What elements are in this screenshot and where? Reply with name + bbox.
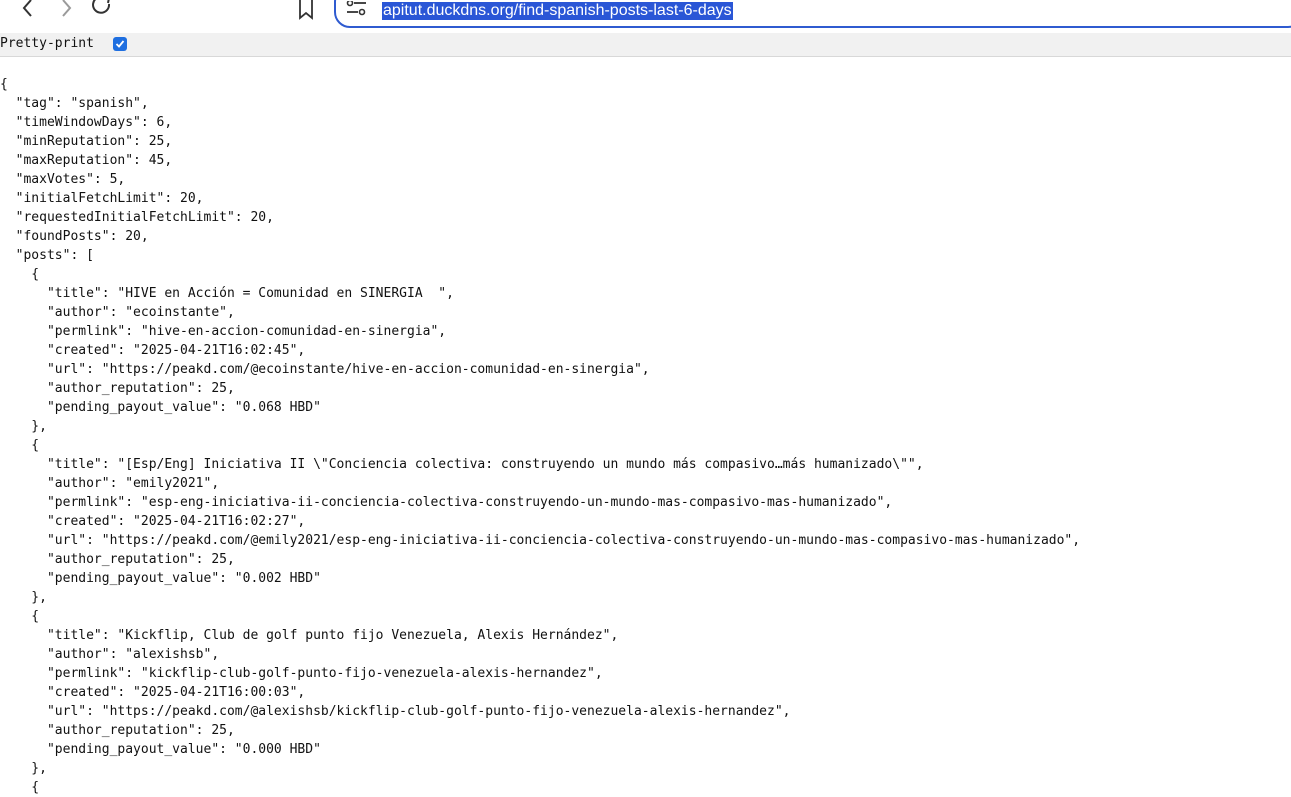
json-line: "permlink": "esp-eng-iniciativa-ii-conci… xyxy=(0,495,893,510)
json-line: "author": "emily2021", xyxy=(0,476,220,491)
bookmark-icon xyxy=(299,0,313,20)
json-line: "author_reputation": 25, xyxy=(0,552,235,567)
json-line: "created": "2025-04-21T16:02:45", xyxy=(0,343,306,358)
json-line: "created": "2025-04-21T16:02:27", xyxy=(0,514,306,529)
json-line: { xyxy=(0,609,40,624)
back-button[interactable] xyxy=(14,0,42,20)
json-line: "url": "https://peakd.com/@ecoinstante/h… xyxy=(0,362,650,377)
json-line: "title": "[Esp/Eng] Iniciativa II \"Conc… xyxy=(0,457,924,472)
pretty-print-checkbox[interactable] xyxy=(113,37,127,51)
browser-toolbar: apitut.duckdns.org/find-spanish-posts-la… xyxy=(0,0,1291,33)
forward-arrow-icon xyxy=(62,0,72,17)
json-line: { xyxy=(0,438,40,453)
json-line: "timeWindowDays": 6, xyxy=(0,115,173,130)
json-line: "created": "2025-04-21T16:00:03", xyxy=(0,685,306,700)
back-arrow-icon xyxy=(22,0,32,17)
pretty-print-bar: Pretty-print xyxy=(0,33,1291,57)
json-line: "foundPosts": 20, xyxy=(0,229,149,244)
json-line: "pending_payout_value": "0.000 HBD" xyxy=(0,742,321,757)
check-icon xyxy=(115,40,125,48)
json-line: "author": "ecoinstante", xyxy=(0,305,235,320)
bookmark-button[interactable] xyxy=(292,0,320,20)
json-line: "tag": "spanish", xyxy=(0,96,149,111)
json-line: { xyxy=(0,267,40,282)
json-line: }, xyxy=(0,761,47,776)
json-line: "posts": [ xyxy=(0,248,94,263)
json-line: "author_reputation": 25, xyxy=(0,381,235,396)
json-line: "author": "alexishsb", xyxy=(0,647,220,662)
reload-button[interactable] xyxy=(88,0,116,20)
json-line: "permlink": "hive-en-accion-comunidad-en… xyxy=(0,324,447,339)
json-line: "permlink": "kickflip-club-golf-punto-fi… xyxy=(0,666,603,681)
pretty-print-label: Pretty-print xyxy=(0,36,94,51)
json-line: "url": "https://peakd.com/@emily2021/esp… xyxy=(0,533,1081,548)
reload-icon xyxy=(92,0,111,14)
address-bar[interactable]: apitut.duckdns.org/find-spanish-posts-la… xyxy=(334,0,1291,28)
json-line: "minReputation": 25, xyxy=(0,134,173,149)
json-line: { xyxy=(0,77,8,92)
json-line: "author_reputation": 25, xyxy=(0,723,235,738)
json-line: "url": "https://peakd.com/@alexishsb/kic… xyxy=(0,704,791,719)
url-text[interactable]: apitut.duckdns.org/find-spanish-posts-la… xyxy=(382,2,733,20)
json-line: }, xyxy=(0,419,47,434)
json-line: }, xyxy=(0,590,47,605)
json-line: { xyxy=(0,780,40,795)
json-viewer: { "tag": "spanish", "timeWindowDays": 6,… xyxy=(0,75,1080,797)
json-line: "maxVotes": 5, xyxy=(0,172,126,187)
tune-icon[interactable] xyxy=(346,1,368,17)
json-line: "maxReputation": 45, xyxy=(0,153,173,168)
forward-button[interactable] xyxy=(52,0,80,20)
json-line: "requestedInitialFetchLimit": 20, xyxy=(0,210,274,225)
json-line: "title": "Kickflip, Club de golf punto f… xyxy=(0,628,619,643)
json-line: "pending_payout_value": "0.068 HBD" xyxy=(0,400,321,415)
json-line: "initialFetchLimit": 20, xyxy=(0,191,204,206)
json-line: "pending_payout_value": "0.002 HBD" xyxy=(0,571,321,586)
json-line: "title": "HIVE en Acción = Comunidad en … xyxy=(0,286,454,301)
